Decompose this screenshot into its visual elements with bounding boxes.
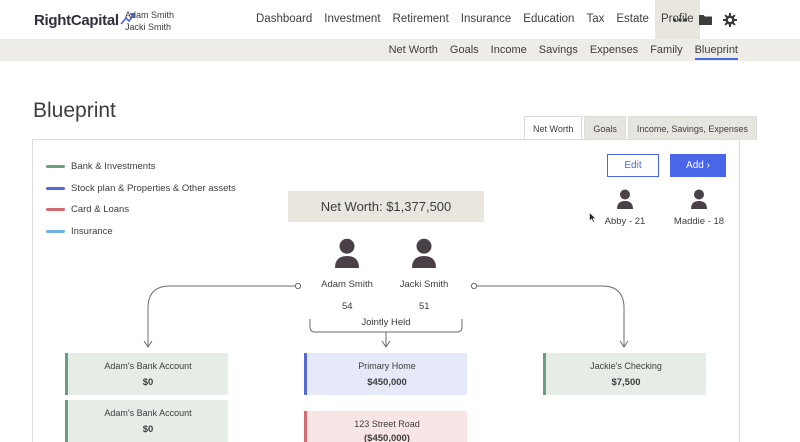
account-card-adam-bank-1[interactable]: Adam's Bank Account $0 — [65, 353, 228, 395]
child-abby[interactable]: Abby - 21 — [600, 189, 650, 227]
account-name: Primary Home — [358, 361, 416, 371]
client-name: Adam Smith — [321, 279, 373, 290]
legend-swatch — [46, 186, 65, 190]
account-name: Adam's Bank Account — [104, 361, 192, 371]
legend-item: Bank & Investments — [46, 156, 236, 178]
legend-label: Card & Loans — [71, 204, 130, 216]
account-value: $0 — [142, 377, 154, 388]
account-value: ($450,000) — [364, 433, 410, 442]
child-label: Maddie - 18 — [673, 216, 725, 227]
mouse-cursor-icon — [589, 212, 597, 223]
add-button-label: Add — [686, 160, 704, 171]
person-icon — [617, 189, 633, 209]
account-name: Jackie's Checking — [590, 361, 662, 371]
legend-swatch — [46, 165, 65, 169]
account-card-primary-home[interactable]: Primary Home $450,000 — [304, 353, 467, 395]
account-value: $450,000 — [367, 377, 407, 388]
account-value: $7,500 — [611, 377, 641, 388]
account-value: $0 — [142, 424, 154, 435]
client-age-adam: 54 — [342, 301, 353, 312]
client-name: Jacki Smith — [399, 279, 449, 290]
legend: Bank & Investments Stock plan & Properti… — [46, 156, 236, 242]
person-icon — [412, 238, 436, 268]
client-jacki[interactable]: Jacki Smith — [389, 238, 459, 290]
account-card-street-road-loan[interactable]: 123 Street Road ($450,000) — [304, 411, 467, 442]
net-worth-total: Net Worth: $1,377,500 — [288, 191, 484, 222]
legend-item: Insurance — [46, 221, 236, 243]
legend-label: Stock plan & Properties & Other assets — [71, 182, 236, 194]
account-card-jackies-checking[interactable]: Jackie's Checking $7,500 — [543, 353, 706, 395]
person-icon — [335, 238, 359, 268]
legend-label: Bank & Investments — [71, 161, 156, 173]
legend-item: Stock plan & Properties & Other assets — [46, 178, 236, 200]
client-adam[interactable]: Adam Smith — [312, 238, 382, 290]
account-card-adam-bank-2[interactable]: Adam's Bank Account $0 — [65, 400, 228, 442]
legend-item: Card & Loans — [46, 199, 236, 221]
account-name: 123 Street Road — [354, 419, 420, 429]
legend-label: Insurance — [71, 225, 113, 237]
legend-swatch — [46, 208, 65, 212]
child-label: Abby - 21 — [604, 216, 646, 227]
edit-button[interactable]: Edit — [607, 154, 659, 177]
person-icon — [691, 189, 707, 209]
account-name: Adam's Bank Account — [104, 408, 192, 418]
chevron-right-icon: › — [706, 160, 710, 171]
jointly-held-label: Jointly Held — [361, 317, 411, 328]
child-maddie[interactable]: Maddie - 18 — [670, 189, 728, 227]
legend-swatch — [46, 229, 65, 233]
client-age-jacki: 51 — [419, 301, 430, 312]
add-button[interactable]: Add › — [670, 154, 726, 177]
